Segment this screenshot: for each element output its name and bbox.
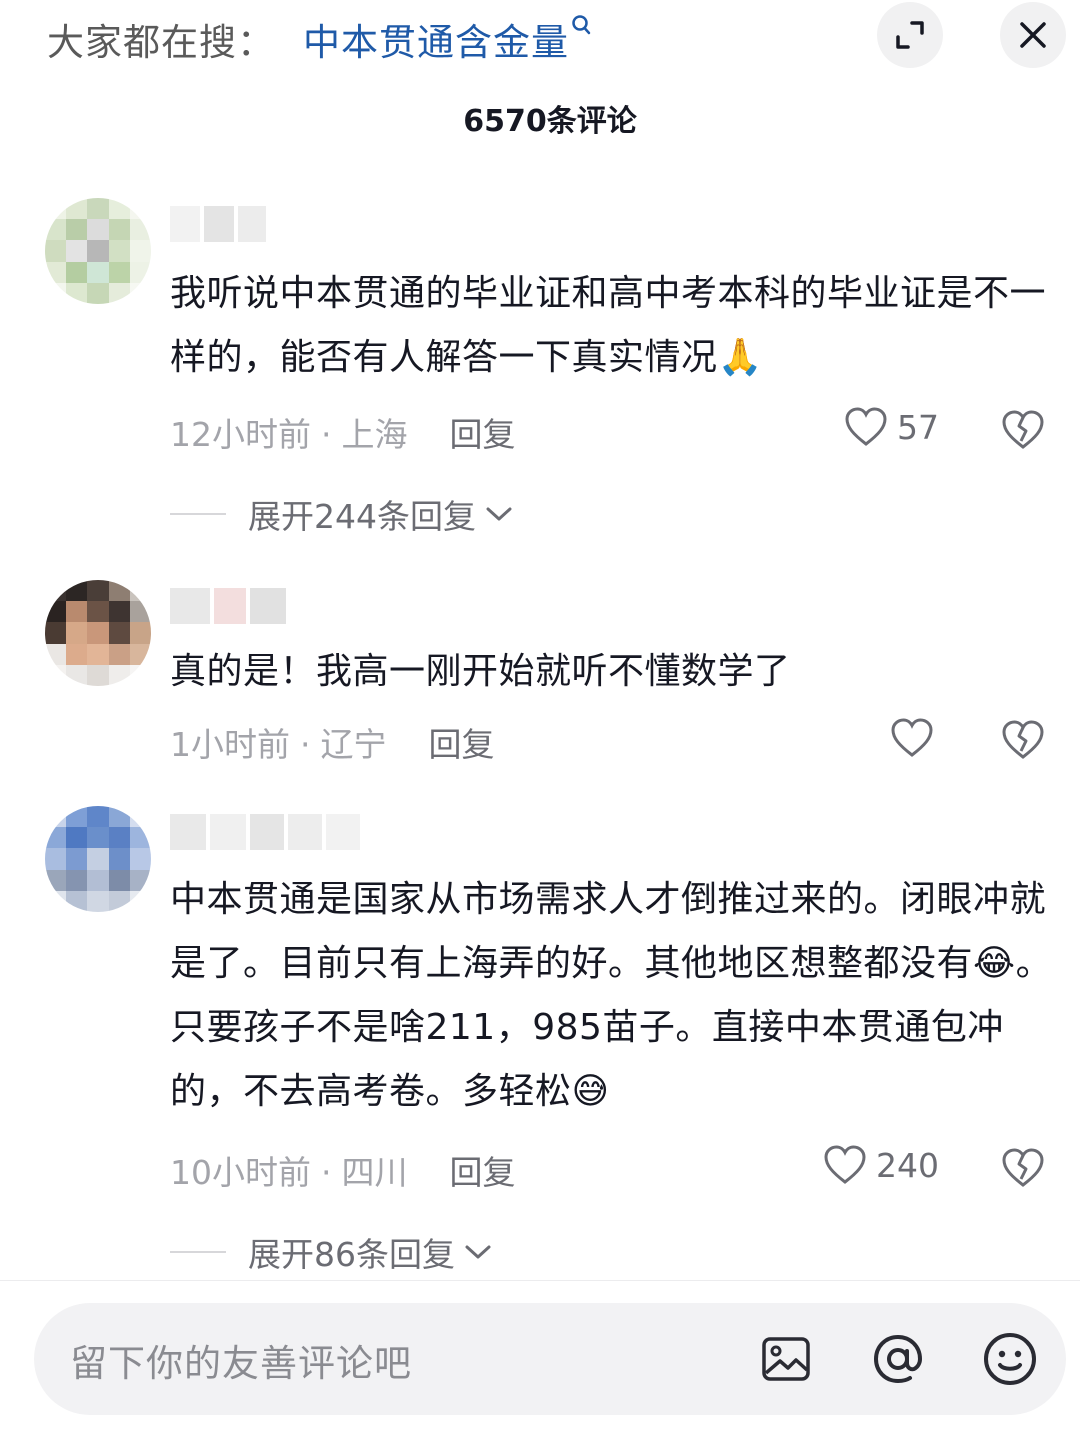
reply-button[interactable]: 回复 bbox=[450, 1153, 516, 1192]
expand-icon bbox=[896, 21, 924, 49]
like-button[interactable]: 240 bbox=[822, 1142, 939, 1188]
heart-icon bbox=[845, 407, 887, 446]
expand-button[interactable] bbox=[877, 2, 943, 68]
comment-text: 中本贯通是国家从市场需求人才倒推过来的。闭眼冲就是了。目前只有上海弄的好。其他地… bbox=[170, 879, 1053, 1112]
search-icon bbox=[571, 15, 593, 46]
close-button[interactable] bbox=[1000, 2, 1066, 68]
comment-input-placeholder[interactable]: 留下你的友善评论吧 bbox=[70, 1333, 412, 1387]
image-button[interactable] bbox=[756, 1329, 816, 1389]
username-blurred[interactable] bbox=[170, 814, 360, 850]
at-icon bbox=[873, 1334, 923, 1384]
comment-meta: 12小时前 · 上海 回复 bbox=[170, 415, 516, 454]
comment-time: 12小时前 bbox=[170, 415, 311, 454]
like-count: 57 bbox=[897, 407, 939, 447]
emoji-icon bbox=[984, 1333, 1036, 1385]
comment-input-bar[interactable]: 留下你的友善评论吧 bbox=[34, 1303, 1066, 1415]
comment-time: 10小时前 bbox=[170, 1153, 311, 1192]
mention-button[interactable] bbox=[868, 1329, 928, 1389]
broken-heart-icon[interactable] bbox=[1000, 1145, 1046, 1191]
comment-count-title: 6570条评论 bbox=[463, 104, 637, 139]
expand-replies-button[interactable]: 展开86条回复 bbox=[170, 1228, 493, 1276]
reply-button[interactable]: 回复 bbox=[429, 725, 495, 764]
search-suggestion-link[interactable]: 中本贯通含金量 bbox=[303, 12, 593, 66]
broken-heart-icon[interactable] bbox=[1000, 717, 1046, 763]
like-button[interactable] bbox=[889, 715, 943, 761]
search-suggestion-text: 中本贯通含金量 bbox=[303, 21, 569, 64]
avatar[interactable] bbox=[45, 580, 151, 686]
top-bar: 大家都在搜： 中本贯通含金量 bbox=[0, 0, 1080, 80]
image-icon bbox=[762, 1337, 810, 1381]
comment-meta: 10小时前 · 四川 回复 bbox=[170, 1153, 516, 1192]
chevron-down-icon bbox=[465, 1245, 491, 1259]
heart-icon bbox=[891, 718, 933, 757]
footer-divider bbox=[0, 1280, 1080, 1281]
reply-button[interactable]: 回复 bbox=[450, 415, 516, 454]
avatar[interactable] bbox=[45, 806, 151, 912]
comment-location: 四川 bbox=[341, 1153, 408, 1192]
search-suggestion-prefix: 大家都在搜： bbox=[47, 21, 275, 64]
avatar[interactable] bbox=[45, 198, 151, 304]
username-blurred[interactable] bbox=[170, 206, 266, 242]
comment-location: 上海 bbox=[341, 415, 408, 454]
expand-line bbox=[170, 513, 226, 515]
comment-text: 真的是！我高一刚开始就听不懂数学了 bbox=[170, 651, 791, 692]
expand-replies-button[interactable]: 展开244条回复 bbox=[170, 490, 514, 538]
comment-time: 1小时前 bbox=[170, 725, 290, 764]
comment-text: 我听说中本贯通的毕业证和高中考本科的毕业证是不一样的，能否有人解答一下真实情况🙏 bbox=[170, 273, 1047, 378]
comment-location: 辽宁 bbox=[320, 725, 387, 764]
expand-line bbox=[170, 1251, 226, 1253]
comment-meta: 1小时前 · 辽宁 回复 bbox=[170, 725, 495, 764]
like-button[interactable]: 57 bbox=[843, 404, 939, 450]
username-blurred[interactable] bbox=[170, 588, 286, 624]
broken-heart-icon[interactable] bbox=[1000, 407, 1046, 453]
emoji-button[interactable] bbox=[980, 1329, 1040, 1389]
chevron-down-icon bbox=[486, 507, 512, 521]
expand-replies-label: 展开86条回复 bbox=[248, 1235, 455, 1274]
close-icon bbox=[1020, 22, 1046, 48]
heart-icon bbox=[824, 1145, 866, 1184]
like-count: 240 bbox=[876, 1145, 939, 1185]
expand-replies-label: 展开244条回复 bbox=[248, 497, 476, 536]
